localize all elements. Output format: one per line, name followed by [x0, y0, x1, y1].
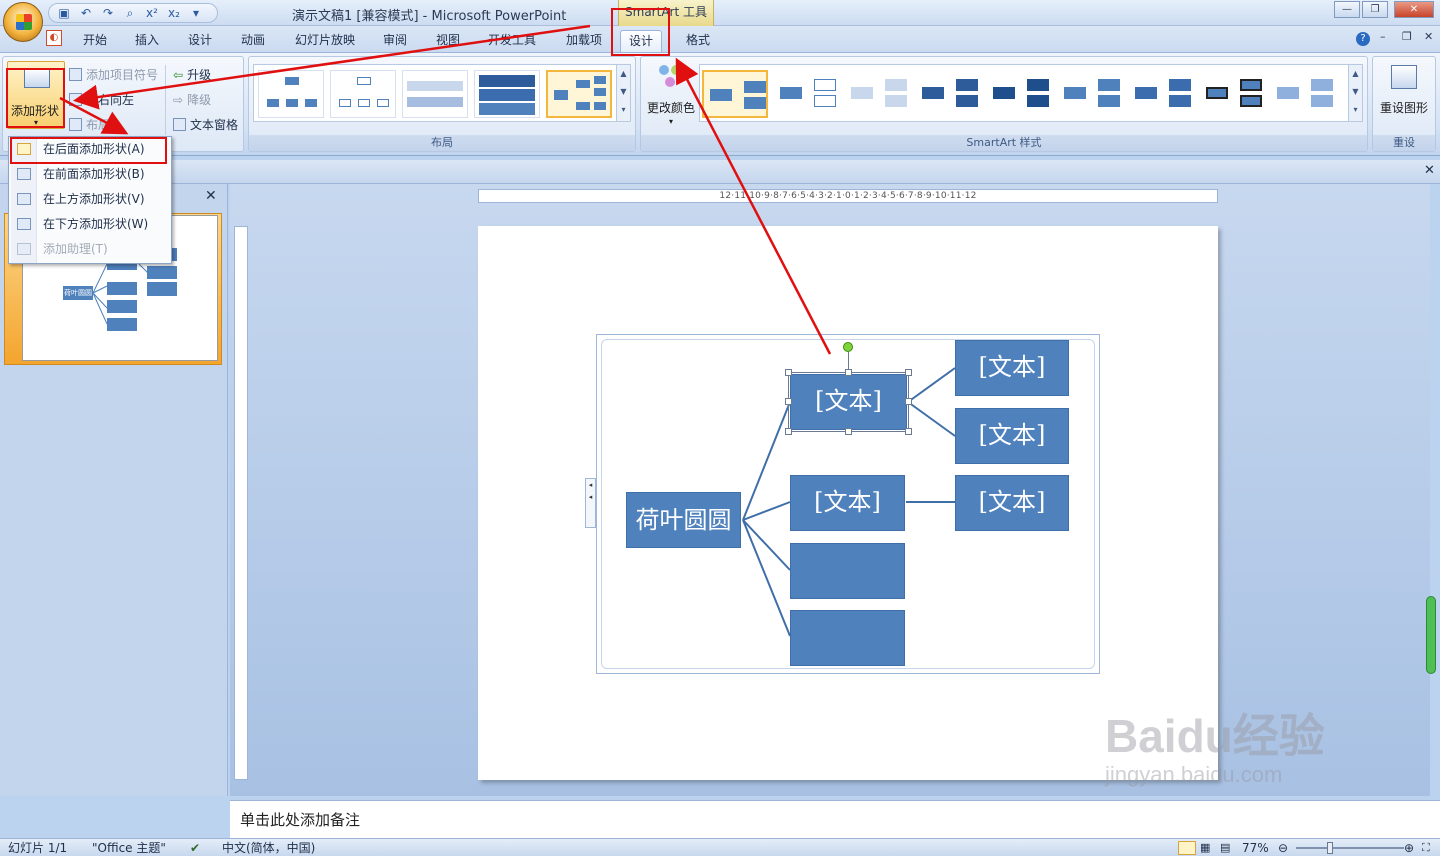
annotation-arrows	[59, 24, 832, 355]
